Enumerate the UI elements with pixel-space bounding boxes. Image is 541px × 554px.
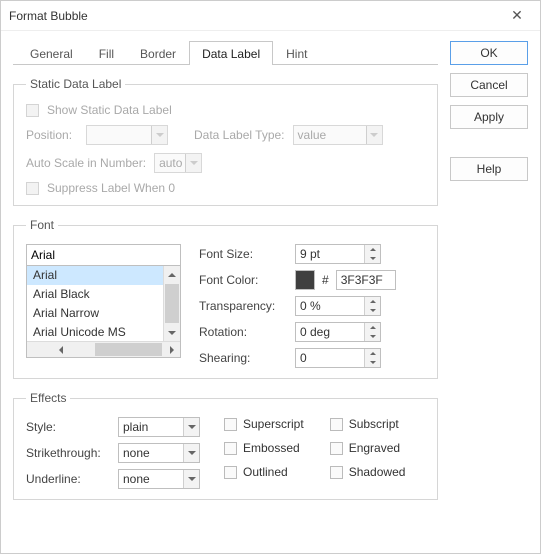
scroll-up-icon[interactable] (164, 266, 180, 283)
engraved-checkbox[interactable] (330, 442, 343, 455)
font-item[interactable]: Arial (27, 266, 163, 285)
position-select[interactable] (86, 125, 168, 145)
font-item[interactable]: Arial Black (27, 285, 163, 304)
auto-scale-label: Auto Scale in Number: (26, 156, 146, 170)
strikethrough-select[interactable]: none (118, 443, 200, 463)
transparency-spinner[interactable]: 0 % (295, 296, 381, 316)
embossed-checkbox[interactable] (224, 442, 237, 455)
scroll-right-icon[interactable] (163, 342, 180, 357)
effects-legend: Effects (26, 391, 70, 405)
underline-label: Underline: (26, 472, 112, 486)
tab-fill[interactable]: Fill (86, 41, 127, 65)
ok-button[interactable]: OK (450, 41, 528, 65)
underline-select[interactable]: none (118, 469, 200, 489)
hash-label: # (321, 273, 330, 287)
strikethrough-value: none (123, 446, 150, 460)
font-size-spinner[interactable]: 9 pt (295, 244, 381, 264)
chevron-down-icon (366, 126, 382, 144)
tab-hint[interactable]: Hint (273, 41, 320, 65)
outlined-checkbox[interactable] (224, 466, 237, 479)
chevron-down-icon (183, 470, 199, 488)
color-swatch[interactable] (295, 270, 315, 290)
font-color-label: Font Color: (199, 273, 289, 287)
tab-bar: General Fill Border Data Label Hint (13, 41, 438, 65)
position-label: Position: (26, 128, 78, 142)
subscript-label: Subscript (349, 417, 399, 431)
close-icon[interactable]: ✕ (502, 7, 532, 24)
shadowed-checkbox[interactable] (330, 466, 343, 479)
help-button[interactable]: Help (450, 157, 528, 181)
auto-scale-value: auto (159, 156, 182, 170)
color-hex-value: 3F3F3F (341, 273, 383, 287)
style-label: Style: (26, 420, 112, 434)
font-item[interactable]: Arial Narrow (27, 304, 163, 323)
tab-general[interactable]: General (17, 41, 86, 65)
font-list[interactable]: Arial Arial Black Arial Narrow Arial Uni… (26, 266, 181, 358)
chevron-down-icon (183, 418, 199, 436)
chevron-down-icon[interactable] (370, 254, 376, 263)
data-label-type-value: value (298, 128, 327, 142)
static-data-label-legend: Static Data Label (26, 77, 125, 91)
chevron-up-icon[interactable] (370, 245, 376, 254)
underline-value: none (123, 472, 150, 486)
font-name-input[interactable] (26, 244, 181, 266)
window-title: Format Bubble (9, 9, 502, 23)
data-label-type-label: Data Label Type: (194, 128, 285, 142)
data-label-type-select[interactable]: value (293, 125, 383, 145)
style-select[interactable]: plain (118, 417, 200, 437)
effects-group: Effects Style: plain Strikethrough: (13, 391, 438, 500)
font-item[interactable]: Arial Unicode MS (27, 323, 163, 342)
rotation-spinner[interactable]: 0 deg (295, 322, 381, 342)
chevron-down-icon (183, 444, 199, 462)
show-static-label: Show Static Data Label (47, 103, 172, 117)
scroll-thumb[interactable] (95, 343, 162, 356)
format-bubble-dialog: Format Bubble ✕ General Fill Border Data… (0, 0, 541, 554)
chevron-down-icon (151, 126, 167, 144)
chevron-down-icon[interactable] (370, 306, 376, 315)
horizontal-scrollbar[interactable] (27, 341, 180, 357)
font-group: Font Arial Arial Black Arial Narrow Aria… (13, 218, 438, 379)
tab-border[interactable]: Border (127, 41, 189, 65)
transparency-value: 0 % (300, 299, 321, 313)
chevron-down-icon[interactable] (370, 332, 376, 341)
shearing-label: Shearing: (199, 351, 289, 365)
scroll-left-icon[interactable] (27, 342, 94, 357)
shearing-value: 0 (300, 351, 307, 365)
color-hex-input[interactable]: 3F3F3F (336, 270, 396, 290)
subscript-checkbox[interactable] (330, 418, 343, 431)
shearing-spinner[interactable]: 0 (295, 348, 381, 368)
apply-button[interactable]: Apply (450, 105, 528, 129)
chevron-down-icon (185, 154, 201, 172)
chevron-up-icon[interactable] (370, 349, 376, 358)
cancel-button[interactable]: Cancel (450, 73, 528, 97)
suppress-checkbox[interactable] (26, 182, 39, 195)
scroll-down-icon[interactable] (164, 324, 180, 341)
rotation-label: Rotation: (199, 325, 289, 339)
transparency-label: Transparency: (199, 299, 289, 313)
font-size-value: 9 pt (300, 247, 320, 261)
engraved-label: Engraved (349, 441, 400, 455)
embossed-label: Embossed (243, 441, 300, 455)
strikethrough-label: Strikethrough: (26, 446, 112, 460)
style-value: plain (123, 420, 148, 434)
show-static-checkbox[interactable] (26, 104, 39, 117)
titlebar: Format Bubble ✕ (1, 1, 540, 31)
superscript-label: Superscript (243, 417, 304, 431)
outlined-label: Outlined (243, 465, 288, 479)
rotation-value: 0 deg (300, 325, 330, 339)
auto-scale-select[interactable]: auto (154, 153, 202, 173)
scroll-thumb[interactable] (165, 284, 179, 323)
superscript-checkbox[interactable] (224, 418, 237, 431)
chevron-up-icon[interactable] (370, 297, 376, 306)
tab-data-label[interactable]: Data Label (189, 41, 273, 65)
suppress-label: Suppress Label When 0 (47, 181, 175, 195)
font-legend: Font (26, 218, 58, 232)
static-data-label-group: Static Data Label Show Static Data Label… (13, 77, 438, 206)
vertical-scrollbar[interactable] (163, 266, 180, 341)
shadowed-label: Shadowed (349, 465, 406, 479)
font-size-label: Font Size: (199, 247, 289, 261)
chevron-up-icon[interactable] (370, 323, 376, 332)
chevron-down-icon[interactable] (370, 358, 376, 367)
